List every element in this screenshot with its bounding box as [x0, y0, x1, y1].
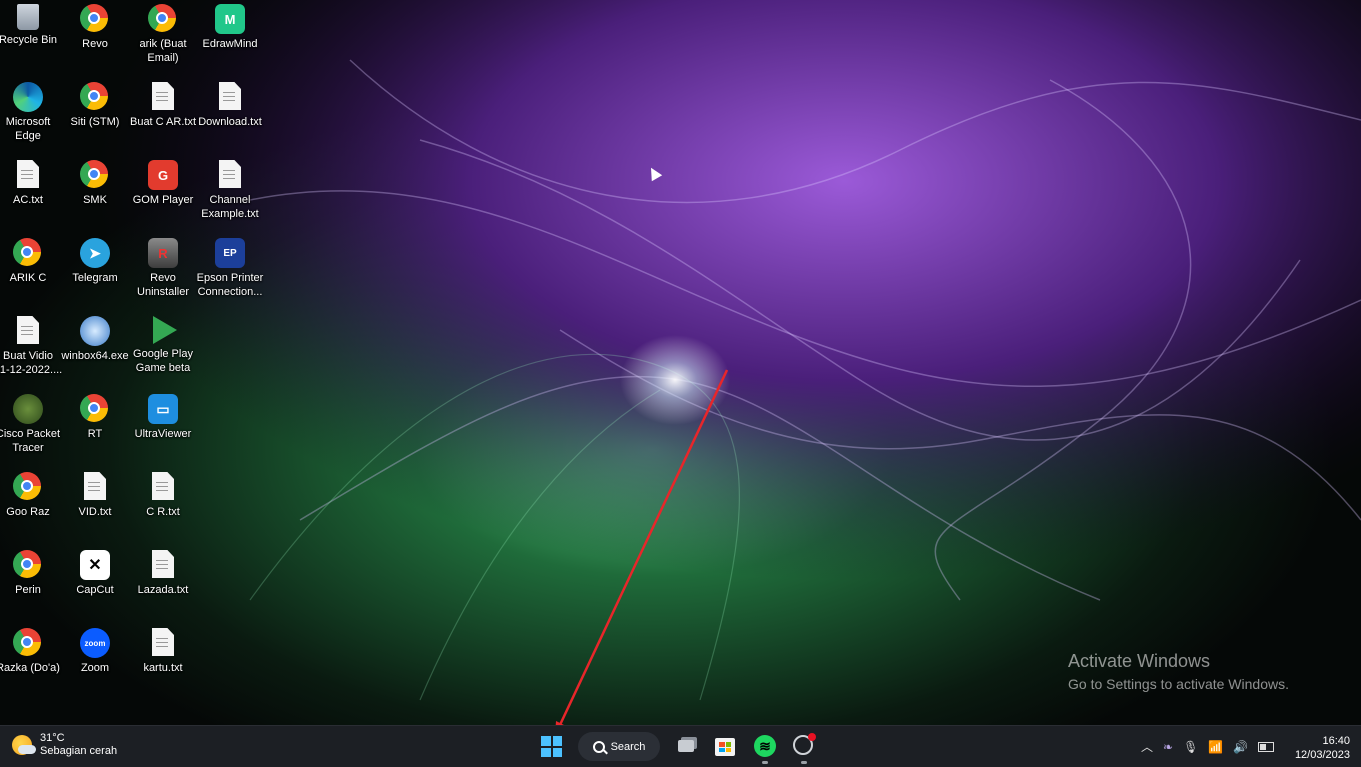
desktop-icon-kartu-txt[interactable]: kartu.txt: [129, 624, 197, 700]
text-file-icon: [219, 82, 241, 110]
desktop-icon-recycle-bin[interactable]: Recycle Bin: [0, 0, 62, 76]
capcut-icon: ✕: [80, 550, 110, 580]
chevron-up-icon[interactable]: ︿: [1141, 738, 1153, 755]
ultraviewer-icon: ▭: [148, 394, 178, 424]
clock-date: 12/03/2023: [1294, 749, 1350, 761]
desktop-icon-lazada-txt[interactable]: Lazada.txt: [129, 546, 197, 622]
desktop-icon-download-txt[interactable]: Download.txt: [196, 78, 264, 154]
chrome-icon: [80, 82, 108, 110]
system-tray: ︿ ❧ 🎙 📶 🔊: [1141, 738, 1275, 755]
desktop-icon-zoom[interactable]: zoom Zoom: [61, 624, 129, 700]
activate-windows-watermark: Activate Windows Go to Settings to activ…: [1068, 651, 1289, 692]
desktop-icon-arik-buat-email[interactable]: arik (Buat Email): [129, 0, 197, 76]
microphone-icon[interactable]: 🎙: [1183, 740, 1198, 754]
desktop-icon-buat-c-ar-txt[interactable]: Buat C AR.txt: [129, 78, 197, 154]
revo-uninstaller-icon: R: [148, 238, 178, 268]
desktop-icon-gom-player[interactable]: G GOM Player: [129, 156, 197, 232]
taskbar-search-button[interactable]: Search: [578, 732, 660, 761]
desktop-icon-smk[interactable]: SMK: [61, 156, 129, 232]
desktop-icon-siti-stm[interactable]: Siti (STM): [61, 78, 129, 154]
text-file-icon: [219, 160, 241, 188]
desktop-icon-arik-c[interactable]: ARIK C: [0, 234, 62, 310]
telegram-icon: ➤: [80, 238, 110, 268]
clock[interactable]: 16:40 12/03/2023: [1280, 734, 1350, 762]
desktop-icon-cisco-packet-tracer[interactable]: Cisco Packet Tracer: [0, 390, 62, 466]
epson-icon: EP: [215, 238, 245, 268]
cisco-packet-tracer-icon: [13, 394, 43, 424]
chrome-icon: [148, 4, 176, 32]
desktop-icon-telegram[interactable]: ➤ Telegram: [61, 234, 129, 310]
weather-temperature: 31°C: [40, 732, 65, 744]
desktop-icon-goo-raz[interactable]: Goo Raz: [0, 468, 62, 544]
taskbar: 31°C Sebagian cerah Search ≋ ︿ ❧ 🎙 📶 🔊 1…: [0, 725, 1361, 767]
weather-description: Sebagian cerah: [40, 745, 118, 757]
text-file-icon: [17, 160, 39, 188]
chrome-icon: [13, 472, 41, 500]
desktop-icon-c-r-txt[interactable]: C R.txt: [129, 468, 197, 544]
chrome-icon: [80, 160, 108, 188]
task-view-button[interactable]: [676, 735, 698, 757]
spotify-icon: ≋: [754, 735, 776, 757]
activate-title: Activate Windows: [1068, 651, 1211, 671]
chrome-icon: [13, 628, 41, 656]
search-label: Search: [610, 740, 646, 753]
search-icon: [592, 740, 605, 753]
start-button[interactable]: [541, 736, 562, 757]
notification-badge-icon: [808, 733, 816, 741]
desktop-icon-microsoft-edge[interactable]: Microsoft Edge: [0, 78, 62, 154]
desktop-icon-winbox[interactable]: winbox64.exe: [61, 312, 129, 388]
google-play-games-icon: [153, 316, 177, 344]
spotify-button[interactable]: ≋: [754, 735, 776, 757]
desktop-icon-revo-uninstaller[interactable]: R Revo Uninstaller: [129, 234, 197, 310]
desktop-icon-epson-printer[interactable]: EP Epson Printer Connection...: [196, 234, 264, 310]
text-file-icon: [84, 472, 106, 500]
winbox-icon: [80, 316, 110, 346]
desktop-icon-edrawmind[interactable]: M EdrawMind: [196, 0, 264, 76]
chrome-icon: [13, 550, 41, 578]
wifi-icon[interactable]: 📶: [1208, 740, 1223, 754]
desktop-icon-ac-txt[interactable]: AC.txt: [0, 156, 62, 232]
edge-icon: [13, 82, 43, 112]
task-view-icon: [678, 740, 694, 752]
windows-logo-icon: [541, 736, 551, 746]
chrome-icon: [80, 394, 108, 422]
edrawmind-icon: M: [215, 4, 245, 34]
microsoft-store-icon: [715, 738, 735, 756]
desktop-icon-rt[interactable]: RT: [61, 390, 129, 466]
clock-time: 16:40: [1322, 735, 1350, 747]
desktop-icon-vid-txt[interactable]: VID.txt: [61, 468, 129, 544]
desktop-icon-capcut[interactable]: ✕ CapCut: [61, 546, 129, 622]
text-file-icon: [152, 550, 174, 578]
microsoft-store-button[interactable]: [714, 735, 736, 757]
chrome-icon: [13, 238, 41, 266]
weather-widget[interactable]: 31°C Sebagian cerah: [12, 732, 117, 758]
partly-sunny-icon: [12, 735, 36, 755]
app-running-indicator: [801, 761, 807, 764]
gom-player-icon: G: [148, 160, 178, 190]
feather-icon[interactable]: ❧: [1163, 740, 1173, 754]
desktop-icon-google-play-games[interactable]: Google Play Game beta: [129, 312, 197, 388]
desktop-icon-ultraviewer[interactable]: ▭ UltraViewer: [129, 390, 197, 466]
text-file-icon: [152, 628, 174, 656]
desktop-icon-buat-vidio[interactable]: Buat Vidio 21-12-2022....: [0, 312, 62, 388]
desktop-icon-revo[interactable]: Revo: [61, 0, 129, 76]
text-file-icon: [152, 82, 174, 110]
recycle-bin-icon: [17, 4, 39, 30]
zoom-icon: zoom: [80, 628, 110, 658]
volume-icon[interactable]: 🔊: [1233, 740, 1248, 754]
app-button[interactable]: [793, 733, 816, 757]
text-file-icon: [152, 472, 174, 500]
text-file-icon: [17, 316, 39, 344]
desktop-icon-perin[interactable]: Perin: [0, 546, 62, 622]
desktop-icon-razka[interactable]: Razka (Do'a): [0, 624, 62, 700]
chrome-icon: [80, 4, 108, 32]
activate-subtitle: Go to Settings to activate Windows.: [1068, 676, 1289, 692]
spotify-running-indicator: [762, 761, 768, 764]
desktop-icon-channel-example-txt[interactable]: Channel Example.txt: [196, 156, 264, 232]
battery-icon[interactable]: [1258, 741, 1275, 752]
